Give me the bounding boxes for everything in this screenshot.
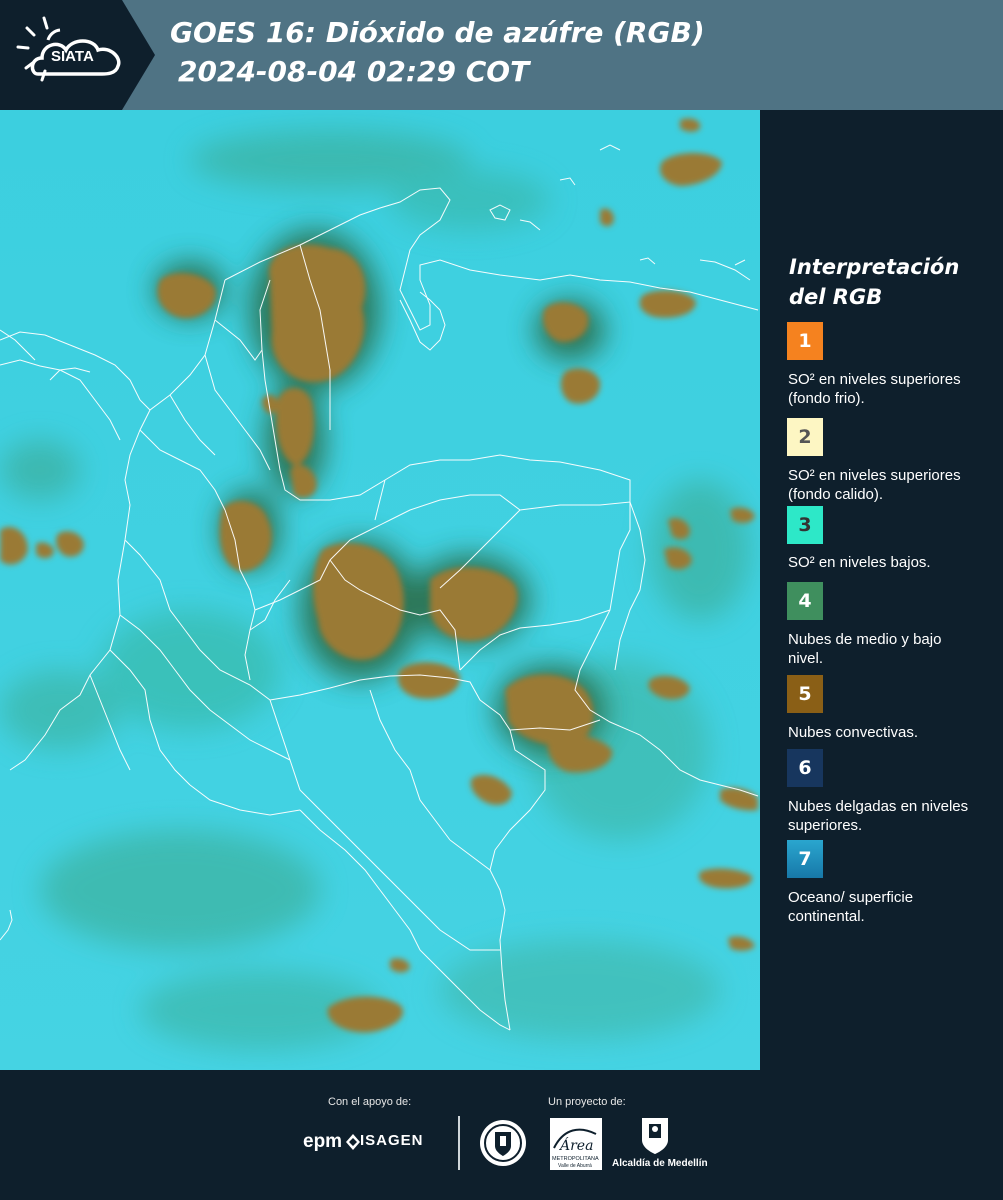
legend-text-3: SO² en niveles bajos. [788, 554, 931, 571]
legend-text-1: SO² en niveles superiores (fondo frio). [788, 371, 961, 407]
legend-swatch-3: 3 [787, 506, 823, 544]
legend-swatch-4: 4 [787, 582, 823, 620]
timestamp: 2024-08-04 02:29 COT [178, 55, 530, 88]
isagen-logo: ISAGEN [360, 1132, 424, 1149]
legend-panel: Interpretación del RGB 1 SO² en niveles … [770, 110, 1003, 1070]
legend-title: Interpretación del RGB [789, 255, 960, 309]
siata-logo-text: SIATA [51, 48, 94, 65]
satellite-map [0, 110, 760, 1070]
area-metropolitana-logo: Área METROPOLITANA Valle de Aburrá [550, 1118, 602, 1175]
siata-logo: SIATA [0, 0, 155, 110]
legend-swatch-7: 7 [787, 840, 823, 878]
legend-text-4: Nubes de medio y bajo nivel. [788, 631, 942, 667]
legend-swatch-1: 1 [787, 322, 823, 360]
alcaldia-medellin-label: Alcaldía de Medellín [612, 1158, 708, 1169]
svg-text:Área: Área [558, 1136, 593, 1154]
header: SIATA GOES 16: Dióxido de azúfre (RGB) 2… [0, 0, 1003, 110]
epm-logo: epm [303, 1131, 343, 1152]
legend-text-6: Nubes delgadas en niveles superiores. [788, 798, 969, 834]
project-label: Un proyecto de: [548, 1096, 626, 1108]
svg-text:Valle de Aburrá: Valle de Aburrá [558, 1163, 592, 1169]
page-title: GOES 16: Dióxido de azúfre (RGB) [170, 16, 705, 49]
legend-swatch-5: 5 [787, 675, 823, 713]
svg-text:METROPOLITANA: METROPOLITANA [552, 1156, 599, 1162]
medellin-seal-logo [478, 1118, 528, 1173]
footer: Con el apoyo de: Un proyecto de: epm ISA… [0, 1070, 1003, 1200]
legend-text-5: Nubes convectivas. [788, 724, 919, 741]
alcaldia-shield-icon [640, 1116, 670, 1161]
legend-text-7: Oceano/ superficie continental. [788, 889, 914, 925]
support-label: Con el apoyo de: [328, 1096, 412, 1108]
footer-divider [458, 1116, 460, 1170]
isagen-logo-icon [346, 1134, 360, 1155]
legend-swatch-6: 6 [787, 749, 823, 787]
legend-swatch-2: 2 [787, 418, 823, 456]
